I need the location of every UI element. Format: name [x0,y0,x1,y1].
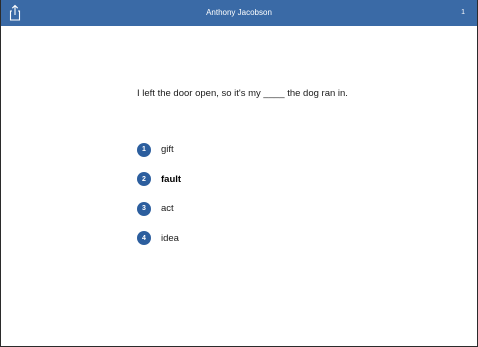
option-label: gift [161,144,174,155]
option-number-badge: 1 [137,142,151,157]
quiz-screen: Anthony Jacobson 1 I left the door open,… [0,0,478,347]
option-label: act [161,203,174,214]
question-counter: 1 [461,9,465,16]
top-bar: Anthony Jacobson 1 [1,0,477,26]
option-number-badge: 3 [137,201,151,216]
answer-options: 1 gift 2 fault 3 act 4 idea [137,142,181,260]
option-label: fault [161,173,182,185]
header-title: Anthony Jacobson [206,8,272,17]
option-label: idea [161,232,179,244]
option-number-badge: 4 [137,231,151,245]
answer-option-1[interactable]: 1 gift [137,142,181,157]
question-text: I left the door open, so it's my ____ th… [137,88,348,99]
answer-option-2[interactable]: 2 fault [137,172,181,187]
answer-option-4[interactable]: 4 idea [137,231,181,246]
answer-option-3[interactable]: 3 act [137,201,181,216]
option-number-badge: 2 [137,172,151,186]
